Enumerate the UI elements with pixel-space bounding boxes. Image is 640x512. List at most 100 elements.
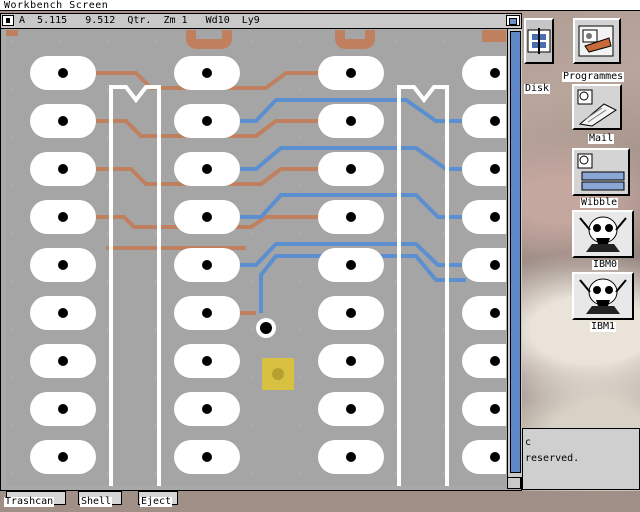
pad-drill-hole — [346, 212, 356, 222]
grid-dot — [299, 377, 300, 378]
pad-drill-hole — [346, 68, 356, 78]
grid-dot — [251, 425, 252, 426]
edge-trace — [6, 30, 18, 36]
grid-dot — [155, 473, 156, 474]
grid-dot — [107, 473, 108, 474]
grid-dot — [107, 89, 108, 90]
grid-dot — [11, 329, 12, 330]
size-gadget-icon[interactable] — [507, 477, 521, 489]
pcb-editor-window[interactable]: A 5.115 9.512 Qtr. Zm 1 Wd10 Ly9 — [0, 13, 522, 491]
grid-dot — [155, 233, 156, 234]
pad-drill-hole — [58, 452, 68, 462]
wibble-label: Wibble — [580, 197, 619, 208]
trashcan-label[interactable]: Trashcan — [4, 497, 55, 507]
pad-drill-hole — [58, 164, 68, 174]
mail-icon[interactable] — [572, 84, 622, 130]
pad-drill-hole — [490, 308, 500, 318]
pad-drill-hole — [58, 68, 68, 78]
depth-gadget-icon[interactable] — [506, 15, 520, 26]
grid-dot — [107, 329, 108, 330]
grid-dot — [251, 281, 252, 282]
grid-dot — [299, 185, 300, 186]
disk-icon-wrap[interactable]: Disk — [524, 18, 554, 94]
pad-drill-hole — [346, 308, 356, 318]
grid-dot — [155, 425, 156, 426]
close-gadget-icon[interactable] — [2, 15, 14, 26]
grid-dot — [251, 329, 252, 330]
programmes-icon[interactable] — [573, 18, 621, 64]
grid-dot — [299, 41, 300, 42]
grid-dot — [395, 185, 396, 186]
pad-drill-hole — [346, 260, 356, 270]
shell-label[interactable]: Shell — [80, 497, 113, 507]
pad-drill-hole — [346, 116, 356, 126]
grid-dot — [11, 41, 12, 42]
pad-drill-hole — [58, 356, 68, 366]
ibm0-label: IBM0 — [592, 259, 619, 270]
pad-drill-hole — [490, 212, 500, 222]
ibm1-icon[interactable] — [572, 272, 634, 320]
programmes-label: Programmes — [562, 71, 625, 82]
pad-drill-hole — [346, 452, 356, 462]
grid-dot — [395, 281, 396, 282]
eject-label[interactable]: Eject — [140, 497, 173, 507]
wibble-icon[interactable] — [572, 148, 630, 196]
ibm0-icon-wrap[interactable]: IBM0 — [572, 210, 638, 270]
wibble-icon-wrap[interactable]: Wibble — [572, 148, 638, 208]
grid-dot — [107, 233, 108, 234]
scrollbar-thumb[interactable] — [510, 31, 521, 473]
vertical-scrollbar[interactable] — [507, 29, 522, 477]
disk-label: Disk — [524, 83, 551, 94]
screen-title-bar[interactable]: Workbench Screen — [0, 0, 640, 11]
pad-drill-hole — [58, 308, 68, 318]
grid-dot — [443, 137, 444, 138]
programmes-icon-wrap[interactable]: Programmes — [562, 18, 640, 82]
grid-dot — [443, 233, 444, 234]
grid-dot — [11, 89, 12, 90]
grid-dot — [443, 41, 444, 42]
grid-dot — [443, 89, 444, 90]
shell-line: c — [525, 437, 532, 448]
pad-drill-hole — [490, 452, 500, 462]
pad-drill-hole — [202, 68, 212, 78]
window-title-bar[interactable]: A 5.115 9.512 Qtr. Zm 1 Wd10 Ly9 — [1, 14, 521, 29]
grid-dot — [299, 473, 300, 474]
pad-drill-hole — [58, 116, 68, 126]
square-test-pad-hole — [272, 368, 284, 380]
pcb-board[interactable] — [6, 30, 506, 486]
grid-dot — [251, 377, 252, 378]
grid-dot — [59, 41, 60, 42]
grid-dot — [155, 377, 156, 378]
grid-dot — [299, 137, 300, 138]
pad-drill-hole — [202, 308, 212, 318]
grid-dot — [395, 137, 396, 138]
grid-dot — [443, 425, 444, 426]
grid-dot — [11, 233, 12, 234]
grid-dot — [107, 377, 108, 378]
ibm1-icon-wrap[interactable]: IBM1 — [572, 272, 638, 334]
pad-drill-hole — [490, 260, 500, 270]
pad-drill-hole — [202, 164, 212, 174]
shell-window[interactable]: c reserved. — [522, 428, 640, 490]
grid-dot — [443, 473, 444, 474]
pad-drill-hole — [202, 116, 212, 126]
pad-drill-hole — [58, 260, 68, 270]
pad-drill-hole — [346, 164, 356, 174]
grid-dot — [299, 233, 300, 234]
grid-dot — [395, 41, 396, 42]
pad-drill-hole — [202, 260, 212, 270]
mail-icon-wrap[interactable]: Mail — [572, 84, 632, 144]
pad-drill-hole — [490, 356, 500, 366]
grid-dot — [251, 233, 252, 234]
ibm0-icon[interactable] — [572, 210, 634, 258]
grid-dot — [155, 329, 156, 330]
screen-title: Workbench Screen — [4, 0, 109, 11]
grid-dot — [107, 185, 108, 186]
grid-dot — [443, 329, 444, 330]
grid-dot — [107, 425, 108, 426]
grid-dot — [395, 377, 396, 378]
grid-dot — [395, 89, 396, 90]
pcb-canvas[interactable] — [6, 30, 506, 486]
disk-icon[interactable] — [524, 18, 554, 64]
pad-drill-hole — [346, 356, 356, 366]
